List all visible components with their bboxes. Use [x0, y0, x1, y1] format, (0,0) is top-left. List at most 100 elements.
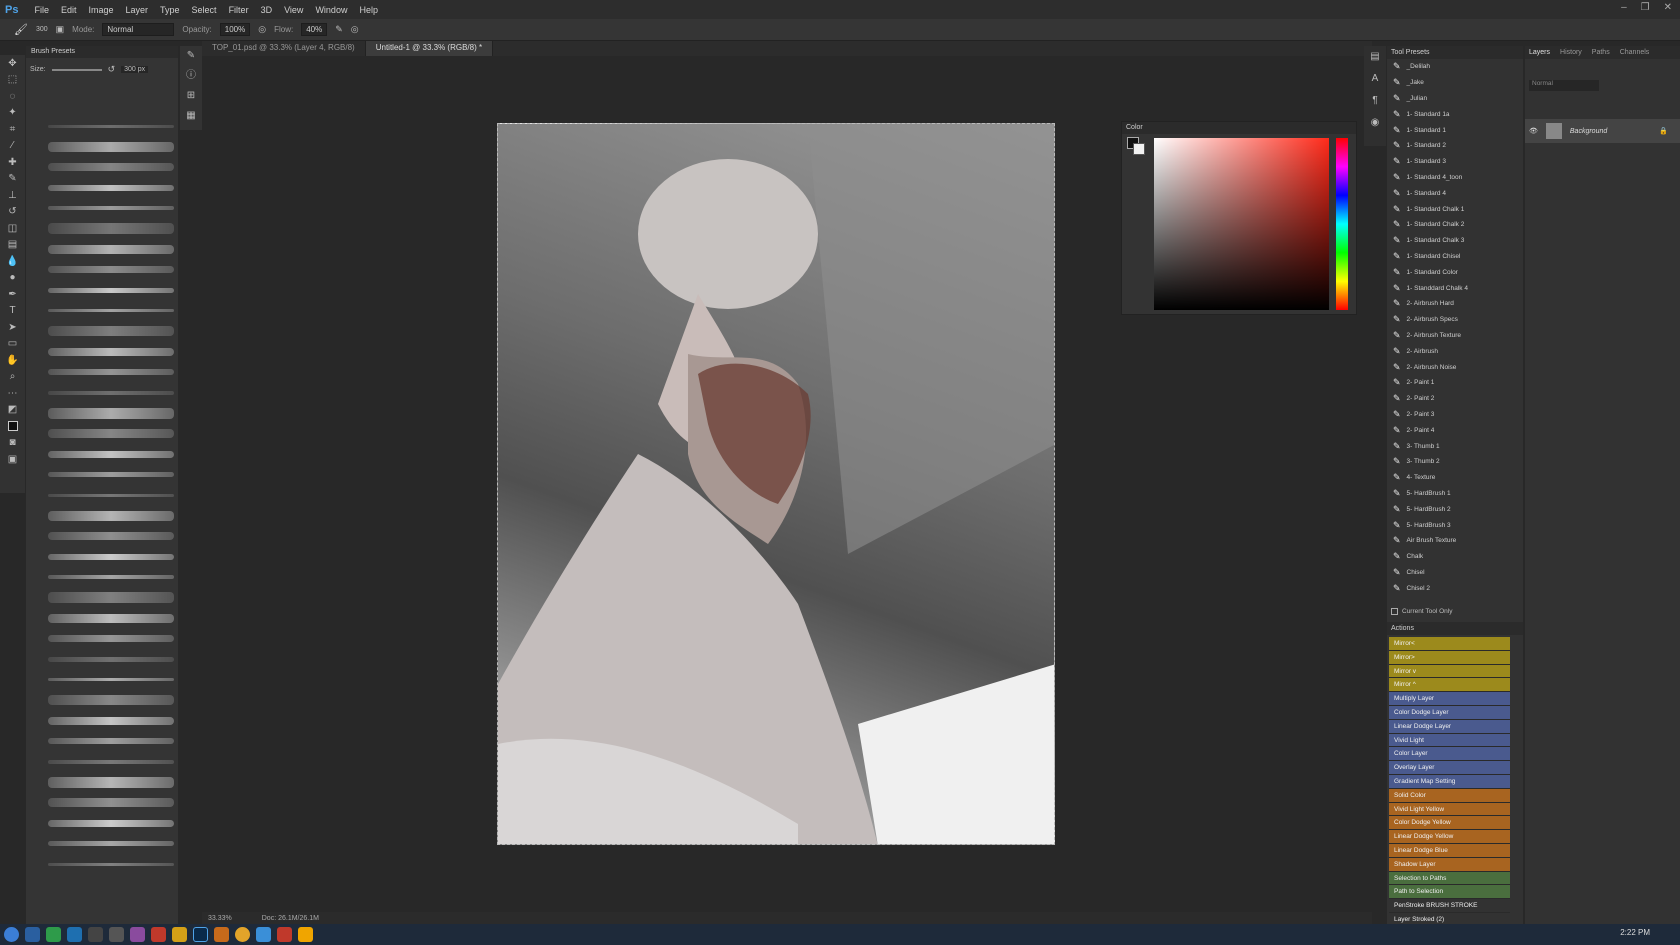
brush-preset-item[interactable]	[46, 854, 176, 875]
action-item[interactable]: Overlay Layer	[1389, 761, 1510, 775]
action-item[interactable]: Shadow Layer	[1389, 857, 1510, 872]
tool-preset-item[interactable]: ✎ _Jake	[1387, 75, 1523, 91]
tool-preset-item[interactable]: ✎ 5- HardBrush 1	[1387, 486, 1523, 502]
brush-preset-item[interactable]	[46, 690, 176, 711]
action-item[interactable]: Color Dodge Layer	[1389, 705, 1510, 720]
dodge-tool-icon[interactable]: ●	[0, 270, 25, 287]
brush-preset-item[interactable]	[46, 547, 176, 568]
history-brush-icon[interactable]: ↺	[0, 204, 25, 221]
pressure-size-icon[interactable]: ◎	[351, 24, 359, 35]
tool-preset-item[interactable]: ✎ 3- Thumb 1	[1387, 438, 1523, 454]
taskbar-app-icon[interactable]	[88, 927, 103, 942]
tool-preset-item[interactable]: ✎ 1- Standdard Chalk 4	[1387, 280, 1523, 296]
tool-preset-item[interactable]: ✎ 1- Standard Chalk 3	[1387, 233, 1523, 249]
tool-preset-item[interactable]: ✎ 2- Airbrush Hard	[1387, 296, 1523, 312]
taskbar-app-icon[interactable]	[25, 927, 40, 942]
menu-view[interactable]: View	[278, 5, 309, 15]
menu-layer[interactable]: Layer	[120, 5, 155, 15]
brush-preset-item[interactable]	[46, 608, 176, 629]
brush-preset-item[interactable]	[46, 362, 176, 383]
brush-preset-item[interactable]	[46, 629, 176, 650]
blend-mode-select[interactable]: Normal	[1529, 80, 1599, 91]
action-item[interactable]: Vivid Light	[1389, 733, 1510, 748]
brush-preset-item[interactable]	[46, 137, 176, 158]
crop-tool-icon[interactable]: ⌗	[0, 121, 25, 138]
brush-tool-icon[interactable]: ✎	[0, 171, 25, 188]
brush-size-picker[interactable]: 300	[36, 26, 48, 33]
menu-3d[interactable]: 3D	[255, 5, 279, 15]
info-icon[interactable]: ⓘ	[180, 66, 202, 86]
taskbar-app-icon[interactable]	[46, 927, 61, 942]
layer-background[interactable]: 👁 Background 🔒	[1525, 119, 1680, 143]
blur-tool-icon[interactable]: 💧	[0, 253, 25, 270]
tab-channels[interactable]: Channels	[1620, 49, 1650, 56]
opacity-input[interactable]: 100%	[219, 23, 251, 36]
brush-preset-item[interactable]	[46, 485, 176, 506]
eyedropper-tool-icon[interactable]: ⁄	[0, 138, 25, 155]
gradient-tool-icon[interactable]: ▤	[0, 237, 25, 254]
menu-file[interactable]: File	[28, 5, 55, 15]
menu-edit[interactable]: Edit	[55, 5, 83, 15]
pressure-opacity-icon[interactable]: ◎	[258, 24, 266, 35]
brush-preset-item[interactable]	[46, 280, 176, 301]
quick-mask-icon[interactable]: ◙	[0, 435, 25, 452]
flow-input[interactable]: 40%	[301, 23, 328, 36]
taskbar-app-icon[interactable]	[172, 927, 187, 942]
painting-canvas[interactable]	[497, 123, 1055, 845]
tool-preset-item[interactable]: ✎ 2- Airbrush Specs	[1387, 312, 1523, 328]
brush-preset-item[interactable]	[46, 383, 176, 404]
tool-preset-item[interactable]: ✎ 1- Standard Color	[1387, 264, 1523, 280]
tool-preset-item[interactable]: ✎ Chisel 2	[1387, 580, 1523, 596]
quick-select-tool-icon[interactable]: ✦	[0, 105, 25, 122]
brush-preset-item[interactable]	[46, 219, 176, 240]
tool-preset-item[interactable]: ✎ 1- Standard 1a	[1387, 106, 1523, 122]
foreground-color-swatch[interactable]	[0, 418, 25, 435]
menu-image[interactable]: Image	[83, 5, 120, 15]
tab-history[interactable]: History	[1560, 49, 1582, 56]
action-item[interactable]: Path to Selection	[1389, 885, 1510, 900]
brush-preset-item[interactable]	[46, 116, 176, 137]
brush-preset-item[interactable]	[46, 649, 176, 670]
action-item[interactable]: Solid Color	[1389, 788, 1510, 803]
menu-window[interactable]: Window	[309, 5, 353, 15]
tool-preset-item[interactable]: ✎ 3- Thumb 2	[1387, 454, 1523, 470]
minimize-icon[interactable]: –	[1621, 2, 1627, 13]
brush-preset-item[interactable]	[46, 752, 176, 773]
reset-size-icon[interactable]: ↺	[108, 64, 116, 75]
action-item[interactable]: Linear Dodge Layer	[1389, 719, 1510, 734]
taskbar-app-icon[interactable]	[109, 927, 124, 942]
background-swatch[interactable]	[1133, 143, 1145, 155]
action-item[interactable]: Color Dodge Yellow	[1389, 816, 1510, 831]
action-item[interactable]: Mirror<	[1389, 637, 1510, 651]
current-tool-only-checkbox[interactable]	[1391, 608, 1398, 615]
action-item[interactable]: Selection to Paths	[1389, 871, 1510, 886]
tool-preset-item[interactable]: ✎ 2- Paint 4	[1387, 422, 1523, 438]
mode-select[interactable]: Normal	[102, 23, 175, 36]
grid-icon[interactable]: ▦	[180, 106, 202, 126]
brush-preset-item[interactable]	[46, 670, 176, 691]
tool-preset-item[interactable]: ✎ _Julian	[1387, 91, 1523, 107]
pen-tool-icon[interactable]: ✒	[0, 286, 25, 303]
taskbar-app-icon[interactable]	[214, 927, 229, 942]
tool-preset-item[interactable]: ✎ 2- Paint 2	[1387, 391, 1523, 407]
start-button-icon[interactable]	[4, 927, 19, 942]
size-slider[interactable]	[51, 68, 102, 71]
menu-select[interactable]: Select	[186, 5, 223, 15]
action-item[interactable]: PenStroke BRUSH STROKE	[1389, 899, 1510, 913]
tool-preset-item[interactable]: ✎ 1- Standard 2	[1387, 138, 1523, 154]
tool-preset-item[interactable]: ✎ 2- Airbrush Texture	[1387, 328, 1523, 344]
close-icon[interactable]: ✕	[1664, 2, 1672, 13]
action-item[interactable]: Mirror ^	[1389, 678, 1510, 693]
lasso-tool-icon[interactable]: ◌	[0, 88, 25, 105]
brush-preset-item[interactable]	[46, 567, 176, 588]
color-panel-icon[interactable]: ◉	[1364, 112, 1386, 134]
taskbar-app-icon[interactable]	[130, 927, 145, 942]
airbrush-icon[interactable]: ✎	[335, 24, 343, 35]
brush-preset-item[interactable]	[46, 444, 176, 465]
brush-preset-item[interactable]	[46, 301, 176, 322]
brush-preset-item[interactable]	[46, 465, 176, 486]
zoom-tool-icon[interactable]: ⌕	[0, 369, 25, 386]
brush-preset-item[interactable]	[46, 403, 176, 424]
menu-help[interactable]: Help	[353, 5, 384, 15]
tool-preset-item[interactable]: ✎ 5- HardBrush 2	[1387, 501, 1523, 517]
